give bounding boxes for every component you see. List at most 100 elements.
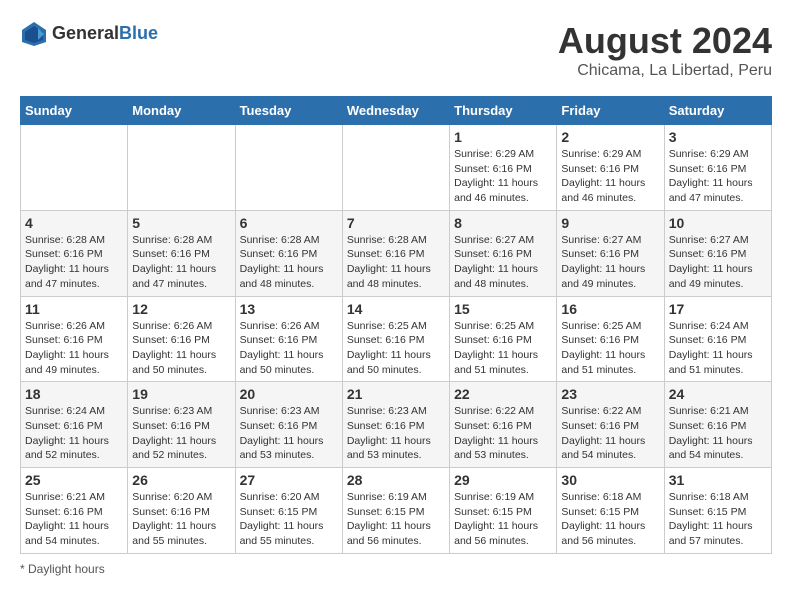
day-cell: 26 Sunrise: 6:20 AM Sunset: 6:16 PM Dayli… [128,468,235,554]
week-row-1: 4 Sunrise: 6:28 AM Sunset: 6:16 PM Daylig… [21,210,772,296]
day-cell: 17 Sunrise: 6:24 AM Sunset: 6:16 PM Dayli… [664,296,771,382]
day-number: 10 [669,215,767,231]
day-header-monday: Monday [128,97,235,125]
day-number: 26 [132,472,230,488]
day-info: Sunrise: 6:29 AM Sunset: 6:16 PM Dayligh… [454,147,552,206]
day-cell: 14 Sunrise: 6:25 AM Sunset: 6:16 PM Dayli… [342,296,449,382]
day-cell: 18 Sunrise: 6:24 AM Sunset: 6:16 PM Dayli… [21,382,128,468]
day-info: Sunrise: 6:25 AM Sunset: 6:16 PM Dayligh… [347,319,445,378]
day-number: 20 [240,386,338,402]
day-number: 13 [240,301,338,317]
week-row-3: 18 Sunrise: 6:24 AM Sunset: 6:16 PM Dayli… [21,382,772,468]
day-info: Sunrise: 6:25 AM Sunset: 6:16 PM Dayligh… [561,319,659,378]
day-info: Sunrise: 6:18 AM Sunset: 6:15 PM Dayligh… [669,490,767,549]
day-number: 27 [240,472,338,488]
logo: GeneralBlue [20,20,158,48]
day-cell: 11 Sunrise: 6:26 AM Sunset: 6:16 PM Dayli… [21,296,128,382]
day-info: Sunrise: 6:20 AM Sunset: 6:16 PM Dayligh… [132,490,230,549]
day-cell: 21Sunrise: 6:23 AM Sunset: 6:16 PM Dayli… [342,382,449,468]
day-number: 18 [25,386,123,402]
day-number: 15 [454,301,552,317]
day-number: 17 [669,301,767,317]
day-number: 25 [25,472,123,488]
logo-general: GeneralBlue [52,24,158,44]
day-number: 16 [561,301,659,317]
logo-text: GeneralBlue [52,24,158,44]
header-row: SundayMondayTuesdayWednesdayThursdayFrid… [21,97,772,125]
title-section: August 2024 Chicama, La Libertad, Peru [558,20,772,80]
day-header-friday: Friday [557,97,664,125]
month-year: August 2024 [558,20,772,62]
calendar-table: SundayMondayTuesdayWednesdayThursdayFrid… [20,96,772,554]
day-header-saturday: Saturday [664,97,771,125]
day-info: Sunrise: 6:26 AM Sunset: 6:16 PM Dayligh… [132,319,230,378]
day-cell: 8Sunrise: 6:27 AM Sunset: 6:16 PM Daylig… [450,210,557,296]
day-cell: 25 Sunrise: 6:21 AM Sunset: 6:16 PM Dayli… [21,468,128,554]
day-info: Sunrise: 6:19 AM Sunset: 6:15 PM Dayligh… [454,490,552,549]
day-info: Sunrise: 6:21 AM Sunset: 6:16 PM Dayligh… [25,490,123,549]
day-cell: 15Sunrise: 6:25 AM Sunset: 6:16 PM Dayli… [450,296,557,382]
day-header-sunday: Sunday [21,97,128,125]
day-cell: 19 Sunrise: 6:23 AM Sunset: 6:16 PM Dayli… [128,382,235,468]
day-info: Sunrise: 6:20 AM Sunset: 6:15 PM Dayligh… [240,490,338,549]
day-number: 29 [454,472,552,488]
day-cell: 9Sunrise: 6:27 AM Sunset: 6:16 PM Daylig… [557,210,664,296]
day-info: Sunrise: 6:21 AM Sunset: 6:16 PM Dayligh… [669,404,767,463]
day-header-tuesday: Tuesday [235,97,342,125]
day-number: 12 [132,301,230,317]
day-number: 21 [347,386,445,402]
day-info: Sunrise: 6:27 AM Sunset: 6:16 PM Dayligh… [669,233,767,292]
day-info: Sunrise: 6:22 AM Sunset: 6:16 PM Dayligh… [561,404,659,463]
day-cell [235,125,342,211]
day-cell: 30Sunrise: 6:18 AM Sunset: 6:15 PM Dayli… [557,468,664,554]
day-info: Sunrise: 6:23 AM Sunset: 6:16 PM Dayligh… [132,404,230,463]
day-info: Sunrise: 6:23 AM Sunset: 6:16 PM Dayligh… [240,404,338,463]
day-info: Sunrise: 6:26 AM Sunset: 6:16 PM Dayligh… [25,319,123,378]
location: Chicama, La Libertad, Peru [558,62,772,80]
day-info: Sunrise: 6:24 AM Sunset: 6:16 PM Dayligh… [25,404,123,463]
day-info: Sunrise: 6:28 AM Sunset: 6:16 PM Dayligh… [132,233,230,292]
day-cell: 7Sunrise: 6:28 AM Sunset: 6:16 PM Daylig… [342,210,449,296]
day-cell: 1 Sunrise: 6:29 AM Sunset: 6:16 PM Daylig… [450,125,557,211]
day-info: Sunrise: 6:24 AM Sunset: 6:16 PM Dayligh… [669,319,767,378]
day-cell: 12 Sunrise: 6:26 AM Sunset: 6:16 PM Dayli… [128,296,235,382]
day-cell: 3Sunrise: 6:29 AM Sunset: 6:16 PM Daylig… [664,125,771,211]
day-cell: 31 Sunrise: 6:18 AM Sunset: 6:15 PM Dayli… [664,468,771,554]
day-header-thursday: Thursday [450,97,557,125]
week-row-2: 11 Sunrise: 6:26 AM Sunset: 6:16 PM Dayli… [21,296,772,382]
day-number: 24 [669,386,767,402]
day-info: Sunrise: 6:28 AM Sunset: 6:16 PM Dayligh… [240,233,338,292]
day-info: Sunrise: 6:27 AM Sunset: 6:16 PM Dayligh… [454,233,552,292]
day-number: 14 [347,301,445,317]
day-header-wednesday: Wednesday [342,97,449,125]
day-info: Sunrise: 6:28 AM Sunset: 6:16 PM Dayligh… [347,233,445,292]
day-cell: 6 Sunrise: 6:28 AM Sunset: 6:16 PM Daylig… [235,210,342,296]
day-number: 28 [347,472,445,488]
day-info: Sunrise: 6:19 AM Sunset: 6:15 PM Dayligh… [347,490,445,549]
day-cell: 4Sunrise: 6:28 AM Sunset: 6:16 PM Daylig… [21,210,128,296]
day-number: 19 [132,386,230,402]
day-cell: 24 Sunrise: 6:21 AM Sunset: 6:16 PM Dayli… [664,382,771,468]
day-cell: 22Sunrise: 6:22 AM Sunset: 6:16 PM Dayli… [450,382,557,468]
day-info: Sunrise: 6:29 AM Sunset: 6:16 PM Dayligh… [669,147,767,206]
day-number: 9 [561,215,659,231]
day-number: 11 [25,301,123,317]
day-cell: 2Sunrise: 6:29 AM Sunset: 6:16 PM Daylig… [557,125,664,211]
day-cell: 28 Sunrise: 6:19 AM Sunset: 6:15 PM Dayli… [342,468,449,554]
day-number: 6 [240,215,338,231]
day-cell: 29 Sunrise: 6:19 AM Sunset: 6:15 PM Dayli… [450,468,557,554]
day-number: 30 [561,472,659,488]
day-cell: 20 Sunrise: 6:23 AM Sunset: 6:16 PM Dayli… [235,382,342,468]
week-row-4: 25 Sunrise: 6:21 AM Sunset: 6:16 PM Dayli… [21,468,772,554]
day-cell: 23Sunrise: 6:22 AM Sunset: 6:16 PM Dayli… [557,382,664,468]
day-number: 1 [454,129,552,145]
day-cell: 27 Sunrise: 6:20 AM Sunset: 6:15 PM Dayli… [235,468,342,554]
page-header: GeneralBlue August 2024 Chicama, La Libe… [20,20,772,80]
footnote: * Daylight hours [20,562,772,576]
day-number: 2 [561,129,659,145]
day-cell [128,125,235,211]
day-number: 4 [25,215,123,231]
day-number: 31 [669,472,767,488]
day-cell: 10 Sunrise: 6:27 AM Sunset: 6:16 PM Dayli… [664,210,771,296]
day-cell [342,125,449,211]
